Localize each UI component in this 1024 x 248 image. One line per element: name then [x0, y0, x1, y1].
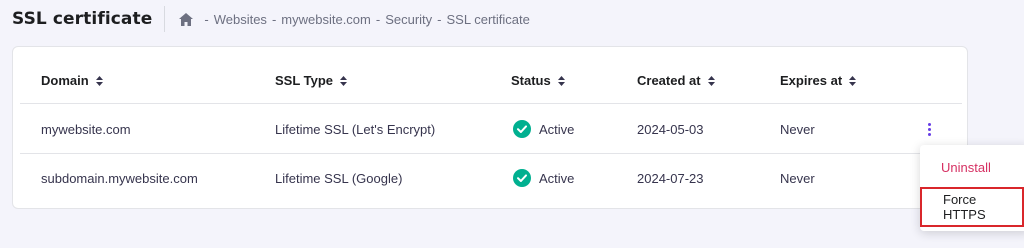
breadcrumb-item-security[interactable]: Security [385, 12, 432, 27]
breadcrumb-item-website[interactable]: mywebsite.com [281, 12, 371, 27]
cell-created-at: 2024-07-23 [637, 170, 704, 186]
column-header-label: Expires at [780, 73, 843, 88]
breadcrumb-separator: - [375, 11, 381, 27]
cell-ssl-type: Lifetime SSL (Google) [275, 170, 403, 186]
breadcrumb-item-websites[interactable]: Websites [214, 12, 267, 27]
cell-expires-at: Never [780, 170, 815, 186]
check-circle-icon [513, 169, 531, 187]
cell-status: Active [513, 168, 574, 188]
home-icon[interactable] [179, 12, 194, 26]
cell-created-at: 2024-05-03 [637, 121, 704, 137]
page-header: SSL certificate - Websites - mywebsite.c… [12, 0, 530, 38]
column-header-label: Created at [637, 73, 701, 88]
cell-expires-at: Never [780, 121, 815, 137]
sort-icon [707, 75, 715, 86]
breadcrumb-separator: - [437, 11, 442, 27]
ssl-table-card: Domain SSL Type Status Created at Expire… [12, 46, 968, 209]
check-circle-icon [513, 120, 531, 138]
sort-icon [557, 75, 565, 86]
cell-domain: subdomain.mywebsite.com [41, 170, 198, 186]
status-label: Active [539, 121, 575, 137]
breadcrumb-separator: - [271, 11, 277, 27]
row-actions-kebab-icon[interactable] [921, 119, 937, 139]
menu-item-uninstall[interactable]: Uninstall [920, 149, 1024, 185]
sort-icon [340, 75, 348, 86]
breadcrumb-item-current: SSL certificate [446, 11, 530, 27]
cell-status: Active [513, 119, 574, 139]
row-divider [20, 103, 962, 104]
column-header-domain[interactable]: Domain [41, 73, 103, 88]
cell-domain: mywebsite.com [41, 121, 131, 137]
sort-icon [95, 75, 103, 86]
cell-ssl-type: Lifetime SSL (Let's Encrypt) [275, 121, 436, 137]
column-header-created-at[interactable]: Created at [637, 73, 715, 88]
column-header-status[interactable]: Status [511, 73, 565, 88]
header-divider [164, 6, 166, 32]
breadcrumb-separator: - [204, 11, 209, 27]
column-header-label: Domain [41, 73, 89, 88]
breadcrumb: - Websites - mywebsite.com - Security - … [179, 12, 530, 27]
column-header-label: SSL Type [275, 73, 334, 88]
menu-item-force-https[interactable]: Force HTTPS [920, 187, 1024, 227]
row-actions-menu: Uninstall Force HTTPS [920, 145, 1024, 231]
column-header-expires-at[interactable]: Expires at [780, 73, 857, 88]
page-title: SSL certificate [12, 9, 153, 29]
sort-icon [849, 75, 857, 86]
column-header-ssl-type[interactable]: SSL Type [275, 73, 348, 88]
status-label: Active [539, 170, 575, 186]
column-header-label: Status [511, 73, 551, 88]
row-divider [20, 153, 962, 154]
